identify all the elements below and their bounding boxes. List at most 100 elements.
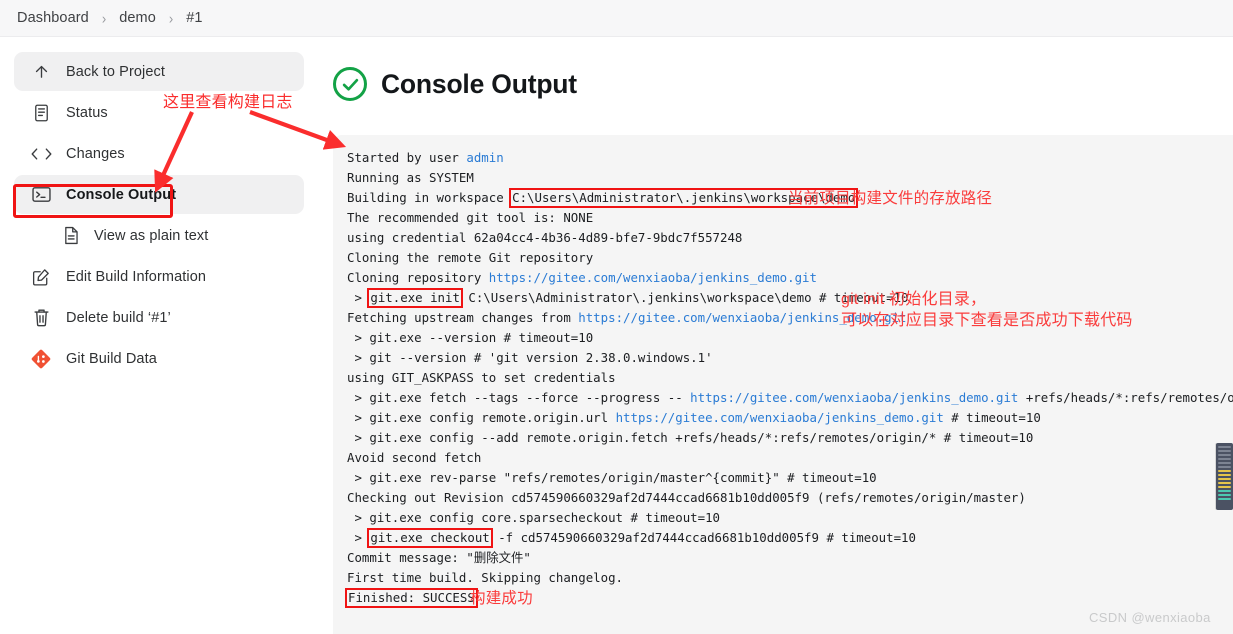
console-line: Cloning the remote Git repository bbox=[333, 248, 1233, 268]
console-text-span: Avoid second fetch bbox=[347, 450, 482, 465]
arrow-up-icon bbox=[30, 61, 52, 83]
console-line: > git.exe config remote.origin.url https… bbox=[333, 408, 1233, 428]
console-text-span: Checking out Revision cd574590660329af2d… bbox=[347, 490, 1026, 505]
page-title-row: Console Output bbox=[333, 67, 577, 101]
console-text-span: > git.exe rev-parse "refs/remotes/origin… bbox=[347, 470, 877, 485]
sidebar-label: Changes bbox=[66, 145, 125, 162]
breadcrumb-item-build[interactable]: #1 bbox=[184, 10, 204, 26]
console-link[interactable]: https://gitee.com/wenxiaoba/jenkins_demo… bbox=[690, 390, 1018, 405]
breadcrumb-item-demo[interactable]: demo bbox=[117, 10, 158, 26]
minimap-line bbox=[1218, 482, 1231, 484]
breadcrumb-separator-icon: › bbox=[101, 9, 107, 27]
breadcrumb-item-dashboard[interactable]: Dashboard bbox=[15, 10, 91, 26]
page-title: Console Output bbox=[381, 68, 577, 99]
console-text-span: The recommended git tool is: NONE bbox=[347, 210, 594, 225]
console-text-span: Running as SYSTEM bbox=[347, 170, 474, 185]
console-link[interactable]: https://gitee.com/wenxiaoba/jenkins_demo… bbox=[616, 410, 944, 425]
console-text-span: > git --version # 'git version 2.38.0.wi… bbox=[347, 350, 713, 365]
sidebar-label: Delete build ‘#1’ bbox=[66, 309, 171, 326]
console-line: > git.exe init C:\Users\Administrator\.j… bbox=[333, 288, 1233, 308]
sidebar-item-view-as-plain-text[interactable]: View as plain text bbox=[14, 216, 304, 255]
console-text-span: > git.exe config remote.origin.url bbox=[347, 410, 616, 425]
minimap-line bbox=[1218, 462, 1231, 464]
breadcrumb-separator-icon: › bbox=[168, 9, 174, 27]
minimap-line bbox=[1218, 446, 1231, 448]
console-line: > git.exe rev-parse "refs/remotes/origin… bbox=[333, 468, 1233, 488]
console-text-span: Building in workspace bbox=[347, 190, 512, 205]
console-line: Commit message: "删除文件" bbox=[333, 548, 1233, 568]
console-text-span: using GIT_ASKPASS to set credentials bbox=[347, 370, 616, 385]
console-line: using GIT_ASKPASS to set credentials bbox=[333, 368, 1233, 388]
sidebar-item-console-output[interactable]: Console Output bbox=[14, 175, 304, 214]
console-line: Started by user admin bbox=[333, 148, 1233, 168]
minimap-line bbox=[1218, 450, 1231, 452]
console-highlight: git.exe init bbox=[367, 288, 463, 308]
sidebar-label: Back to Project bbox=[66, 63, 166, 80]
annotation-git-init-line2: 可以在对应目录下查看是否成功下载代码 bbox=[841, 312, 1133, 329]
sidebar-label: Git Build Data bbox=[66, 350, 157, 367]
console-line: Cloning repository https://gitee.com/wen… bbox=[333, 268, 1233, 288]
minimap-line bbox=[1218, 494, 1231, 496]
console-line: Running as SYSTEM bbox=[333, 168, 1233, 188]
trash-icon bbox=[30, 307, 52, 329]
annotation-build-success: 构建成功 bbox=[470, 590, 533, 607]
minimap-line bbox=[1218, 478, 1231, 480]
console-text-span: +refs/heads/*:refs/remotes/origin/* # ti… bbox=[1025, 390, 1233, 405]
git-icon bbox=[30, 348, 52, 370]
minimap-scrollbar[interactable] bbox=[1216, 443, 1233, 510]
sidebar-item-git-build-data[interactable]: Git Build Data bbox=[14, 339, 304, 378]
page-root: Dashboard › demo › #1 Back to Project St… bbox=[0, 0, 1233, 634]
minimap-line bbox=[1218, 486, 1231, 488]
annotation-view-log: 这里查看构建日志 bbox=[163, 94, 293, 111]
minimap-line bbox=[1218, 454, 1231, 456]
minimap-line bbox=[1218, 470, 1231, 472]
terminal-icon bbox=[30, 184, 52, 206]
check-circle-icon bbox=[333, 67, 367, 101]
minimap-line bbox=[1218, 498, 1231, 500]
minimap-line bbox=[1218, 490, 1231, 492]
sidebar-item-changes[interactable]: Changes bbox=[14, 134, 304, 173]
console-line: > git.exe config --add remote.origin.fet… bbox=[333, 428, 1233, 448]
console-line: Avoid second fetch bbox=[333, 448, 1233, 468]
console-log[interactable]: Started by user admin Running as SYSTEM Bu… bbox=[333, 148, 1233, 608]
breadcrumb: Dashboard › demo › #1 bbox=[0, 0, 1233, 37]
sidebar-item-edit-build-information[interactable]: Edit Build Information bbox=[14, 257, 304, 296]
console-text-span: > bbox=[347, 290, 370, 305]
console-line: First time build. Skipping changelog. bbox=[333, 568, 1233, 588]
console-line: Checking out Revision cd574590660329af2d… bbox=[333, 488, 1233, 508]
annotation-workspace-path: 当前项目构建文件的存放路径 bbox=[788, 190, 993, 207]
console-line: Finished: SUCCESS bbox=[333, 588, 1233, 608]
sidebar-item-delete-build[interactable]: Delete build ‘#1’ bbox=[14, 298, 304, 337]
console-text-span: Cloning the remote Git repository bbox=[347, 250, 594, 265]
console-line: > git --version # 'git version 2.38.0.wi… bbox=[333, 348, 1233, 368]
console-text-span: > git.exe fetch --tags --force --progres… bbox=[347, 390, 691, 405]
console-text-span: # timeout=10 bbox=[943, 410, 1041, 425]
edit-icon bbox=[30, 266, 52, 288]
console-text-span: Started by user bbox=[347, 150, 467, 165]
sidebar-item-back-to-project[interactable]: Back to Project bbox=[14, 52, 304, 91]
console-line: Building in workspace C:\Users\Administr… bbox=[333, 188, 1233, 208]
console-line: The recommended git tool is: NONE bbox=[333, 208, 1233, 228]
console-text-span: First time build. Skipping changelog. bbox=[347, 570, 624, 585]
console-text-span: Fetching upstream changes from bbox=[347, 310, 579, 325]
console-highlight: Finished: SUCCESS bbox=[345, 588, 478, 608]
console-text-span: using credential 62a04cc4-4b36-4d89-bfe7… bbox=[347, 230, 743, 245]
console-line: > git.exe --version # timeout=10 bbox=[333, 328, 1233, 348]
console-line: > git.exe checkout -f cd574590660329af2d… bbox=[333, 528, 1233, 548]
console-line: > git.exe config core.sparsecheckout # t… bbox=[333, 508, 1233, 528]
minimap-line bbox=[1218, 474, 1231, 476]
file-text-icon bbox=[60, 225, 82, 247]
sidebar-label: View as plain text bbox=[94, 227, 209, 244]
console-text-span: Commit message: "删除文件" bbox=[347, 550, 531, 565]
console-link[interactable]: admin bbox=[466, 150, 503, 165]
sidebar-label: Status bbox=[66, 104, 108, 121]
console-highlight: git.exe checkout bbox=[367, 528, 493, 548]
document-icon bbox=[30, 102, 52, 124]
console-link[interactable]: https://gitee.com/wenxiaoba/jenkins_demo… bbox=[489, 270, 817, 285]
console-text-span: > git.exe config --add remote.origin.fet… bbox=[347, 430, 1034, 445]
console-text-span: > git.exe config core.sparsecheckout # t… bbox=[347, 510, 720, 525]
console-text-span: -f cd574590660329af2d7444ccad6681b10dd00… bbox=[490, 530, 916, 545]
minimap-line bbox=[1218, 466, 1231, 468]
console-text-span: Cloning repository bbox=[347, 270, 489, 285]
console-text-span: > git.exe --version # timeout=10 bbox=[347, 330, 594, 345]
